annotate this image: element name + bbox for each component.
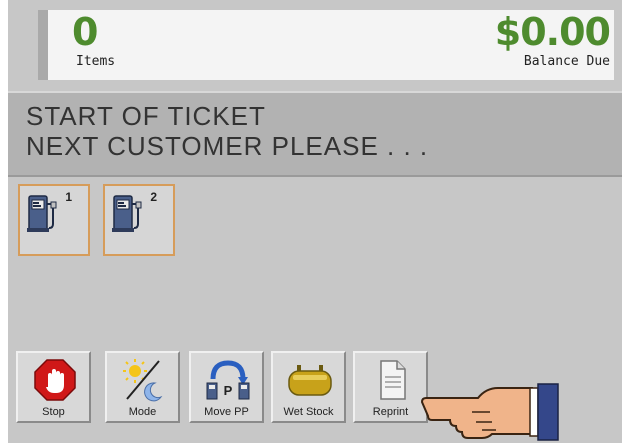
stop-hand-icon — [34, 359, 76, 401]
wet-stock-button[interactable]: Wet Stock — [271, 351, 346, 423]
balance-due-value: $0.00 — [494, 10, 611, 54]
fuel-pump-icon — [111, 194, 145, 239]
pump-number: 1 — [65, 190, 72, 204]
message-display: START OF TICKET NEXT CUSTOMER PLEASE . .… — [8, 91, 622, 177]
mode-label: Mode — [128, 406, 157, 418]
move-pp-label: Move PP — [204, 406, 249, 418]
pump-number: 2 — [150, 190, 157, 204]
mode-button[interactable]: Mode — [105, 351, 180, 423]
fuel-tank-icon — [288, 365, 332, 396]
move-pp-button[interactable]: P Move PP — [189, 351, 264, 423]
reprint-button[interactable]: Reprint — [353, 351, 428, 423]
pos-screen: 0 Items $0.00 Balance Due START OF TICKE… — [8, 0, 622, 443]
fuel-pump-icon — [26, 194, 60, 239]
summary-panel: 0 Items $0.00 Balance Due — [38, 10, 614, 80]
message-line-2: NEXT CUSTOMER PLEASE . . . — [26, 131, 429, 161]
document-icon — [380, 360, 406, 400]
reprint-label: Reprint — [372, 406, 409, 418]
sun-moon-icon — [123, 359, 163, 402]
svg-text:P: P — [224, 383, 233, 398]
items-label: Items — [76, 54, 116, 69]
message-line-1: START OF TICKET — [26, 101, 266, 131]
balance-due-label: Balance Due — [523, 54, 610, 69]
items-count: 0 — [72, 10, 98, 54]
pointing-hand-icon — [418, 382, 568, 443]
wet-stock-label: Wet Stock — [283, 406, 334, 418]
pump-2-button[interactable]: 2 — [103, 184, 175, 256]
stop-button[interactable]: Stop — [16, 351, 91, 423]
pump-1-button[interactable]: 1 — [18, 184, 90, 256]
stop-label: Stop — [42, 406, 65, 418]
move-prepay-icon: P — [206, 360, 250, 400]
